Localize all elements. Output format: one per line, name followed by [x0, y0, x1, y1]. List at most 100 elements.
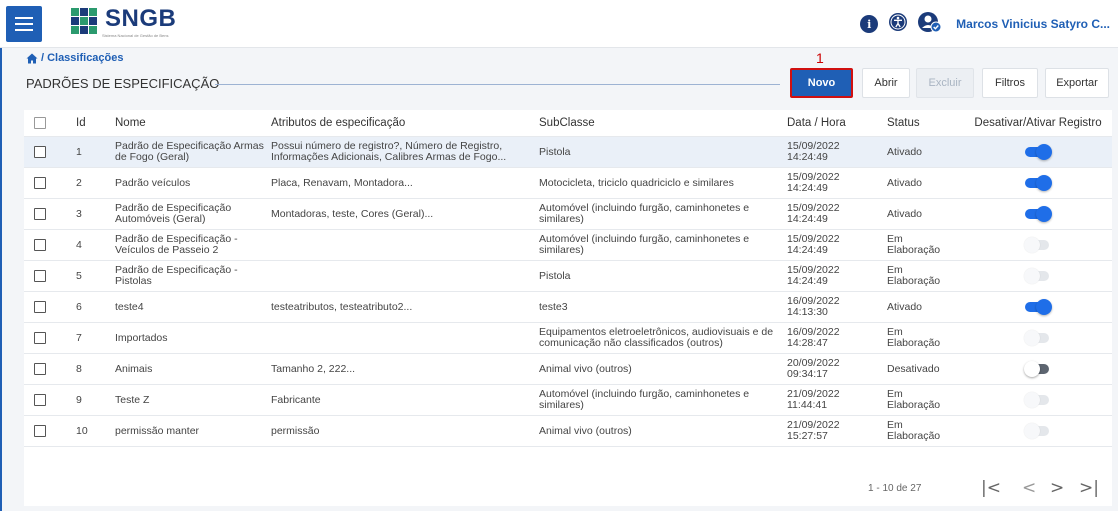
status-toggle-switch[interactable]: [1025, 206, 1052, 222]
cell-nome: Animais: [115, 362, 153, 375]
row-checkbox[interactable]: [34, 239, 46, 251]
cell-id: 7: [76, 331, 82, 344]
table-row[interactable]: 10 permissão manter permissão Animal vivo (…: [24, 416, 1112, 447]
cell-atributos: permissão: [271, 424, 320, 437]
cell-data-hora: 20/09/2022 09:34:17: [787, 354, 877, 384]
table-row[interactable]: 4 Padrão de Especificação - Veículos de P…: [24, 230, 1112, 261]
status-toggle-switch[interactable]: [1024, 237, 1051, 253]
hamburger-menu-button[interactable]: [6, 6, 42, 42]
cell-status: Ativado: [887, 176, 923, 189]
cell-status: Em Elaboração: [887, 264, 941, 287]
status-toggle-switch[interactable]: [1024, 330, 1051, 346]
status-toggle-switch[interactable]: [1024, 268, 1051, 284]
column-header-data-hora[interactable]: Data / Hora: [787, 110, 877, 136]
last-page-icon[interactable]: >|: [1079, 478, 1099, 498]
status-toggle-switch[interactable]: [1024, 361, 1051, 377]
filtros-button[interactable]: Filtros: [982, 68, 1038, 98]
cell-time: 14:13:30: [787, 306, 828, 318]
table-row[interactable]: 7 Importados Equipamentos eletroeletrônico…: [24, 323, 1112, 354]
status-toggle-switch[interactable]: [1025, 175, 1052, 191]
pagination: 1 - 10 de 27 |< < > >|: [24, 472, 1112, 506]
table-row[interactable]: 3 Padrão de Especificação Automóveis (Ger…: [24, 199, 1112, 230]
cell-subclasse: Automóvel (incluindo furgão, caminhonete…: [539, 388, 750, 411]
user-name[interactable]: Marcos Vinicius Satyro C...: [956, 17, 1110, 31]
cell-atributos: testeatributos, testeatributo2...: [271, 300, 413, 313]
abrir-button[interactable]: Abrir: [862, 68, 910, 98]
column-header-id[interactable]: Id: [76, 110, 106, 136]
cell-time: 14:24:49: [787, 182, 828, 194]
excluir-button[interactable]: Excluir: [916, 68, 974, 98]
cell-atributos: [271, 323, 531, 353]
sidebar-edge: [0, 48, 2, 511]
cell-atributos: Fabricante: [271, 393, 321, 406]
cell-time: 11:44:41: [787, 399, 828, 411]
cell-data-hora: 21/09/2022 11:44:41: [787, 385, 877, 415]
first-page-icon[interactable]: |<: [981, 478, 1001, 498]
cell-id: 1: [76, 145, 82, 158]
table-row[interactable]: 1 Padrão de Especificação Armas de Fogo (…: [24, 137, 1112, 168]
home-icon[interactable]: [26, 53, 38, 64]
cell-nome: Padrão de Especificação Armas de Fogo (G…: [115, 140, 264, 163]
sngb-logo: SNGB Sistema Nacional de Gestão de Bens: [70, 6, 176, 42]
cell-data-hora: 21/09/2022 15:27:57: [787, 416, 877, 446]
cell-status: Em Elaboração: [887, 326, 941, 349]
row-checkbox[interactable]: [34, 425, 46, 437]
cell-subclasse: Pistola: [539, 145, 571, 158]
row-checkbox[interactable]: [34, 146, 46, 158]
cell-subclasse: Automóvel (incluindo furgão, caminhonete…: [539, 202, 750, 225]
cell-id: 9: [76, 393, 82, 406]
cell-data-hora: 16/09/2022 14:28:47: [787, 323, 877, 353]
cell-nome: Padrão de Especificação - Pistolas: [115, 264, 238, 287]
pagination-info: 1 - 10 de 27: [868, 483, 922, 494]
cell-data-hora: 15/09/2022 14:24:49: [787, 199, 877, 229]
status-toggle-switch[interactable]: [1025, 299, 1052, 315]
cell-nome: Padrão veículos: [115, 176, 191, 189]
row-checkbox[interactable]: [34, 394, 46, 406]
table-row[interactable]: 9 Teste Z Fabricante Automóvel (incluindo f…: [24, 385, 1112, 416]
row-checkbox[interactable]: [34, 332, 46, 344]
novo-button[interactable]: Novo: [790, 68, 853, 98]
status-toggle-switch[interactable]: [1024, 423, 1051, 439]
cell-atributos: Tamanho 2, 222...: [271, 362, 356, 375]
logo-text: SNGB: [105, 5, 177, 32]
row-checkbox[interactable]: [34, 270, 46, 282]
cell-id: 3: [76, 207, 82, 220]
select-all-checkbox[interactable]: [34, 117, 46, 129]
user-avatar-icon[interactable]: [918, 11, 942, 38]
cell-id: 8: [76, 362, 82, 375]
status-toggle-switch[interactable]: [1025, 144, 1052, 160]
cell-subclasse: Animal vivo (outros): [539, 362, 632, 375]
cell-time: 14:24:49: [787, 275, 828, 287]
exportar-button[interactable]: Exportar: [1045, 68, 1109, 98]
cell-data-hora: 15/09/2022 14:24:49: [787, 168, 877, 198]
column-header-subclasse[interactable]: SubClasse: [539, 110, 784, 136]
cell-status: Em Elaboração: [887, 388, 941, 411]
breadcrumb-current[interactable]: Classificações: [47, 52, 123, 64]
column-header-status[interactable]: Status: [887, 110, 957, 136]
previous-page-icon[interactable]: <: [1022, 478, 1036, 498]
row-checkbox[interactable]: [34, 363, 46, 375]
next-page-icon[interactable]: >: [1050, 478, 1064, 498]
row-checkbox[interactable]: [34, 208, 46, 220]
status-toggle-switch[interactable]: [1024, 392, 1051, 408]
top-bar: SNGB Sistema Nacional de Gestão de Bens …: [0, 0, 1118, 48]
column-header-nome[interactable]: Nome: [115, 110, 265, 136]
cell-time: 09:34:17: [787, 368, 828, 380]
table-row[interactable]: 6 teste4 testeatributos, testeatributo2...…: [24, 292, 1112, 323]
top-right-actions: i Marcos Vinicius Satyro C...: [860, 11, 1110, 38]
table-row[interactable]: 5 Padrão de Especificação - Pistolas Pisto…: [24, 261, 1112, 292]
accessibility-icon[interactable]: [888, 12, 908, 37]
cell-nome: Padrão de Especificação Automóveis (Gera…: [115, 202, 232, 225]
column-header-atributos[interactable]: Atributos de especificação: [271, 110, 531, 136]
cell-subclasse: Animal vivo (outros): [539, 424, 632, 437]
cell-data-hora: 15/09/2022 14:24:49: [787, 137, 877, 167]
cell-status: Desativado: [887, 362, 940, 375]
row-checkbox[interactable]: [34, 301, 46, 313]
cell-subclasse: Pistola: [539, 269, 571, 282]
cell-time: 14:24:49: [787, 213, 828, 225]
cell-nome: Importados: [115, 331, 168, 344]
info-icon[interactable]: i: [860, 15, 879, 33]
row-checkbox[interactable]: [34, 177, 46, 189]
table-row[interactable]: 2 Padrão veículos Placa, Renavam, Montador…: [24, 168, 1112, 199]
table-row[interactable]: 8 Animais Tamanho 2, 222... Animal vivo (ou…: [24, 354, 1112, 385]
